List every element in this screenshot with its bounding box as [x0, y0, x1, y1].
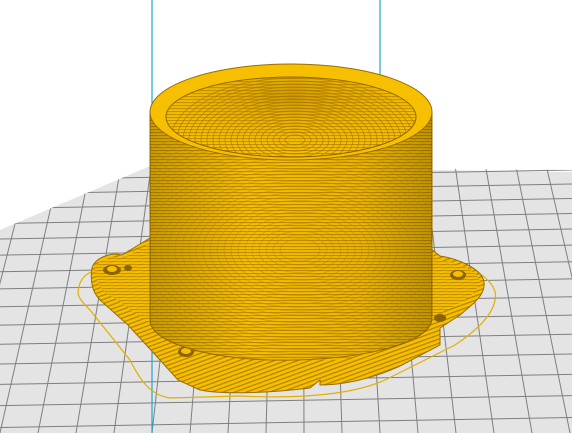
- layer-view-scene[interactable]: [0, 0, 572, 433]
- 3d-viewport[interactable]: [0, 0, 572, 433]
- mounting-hole-front-right: [434, 314, 446, 322]
- mounting-hole-right: [450, 270, 466, 280]
